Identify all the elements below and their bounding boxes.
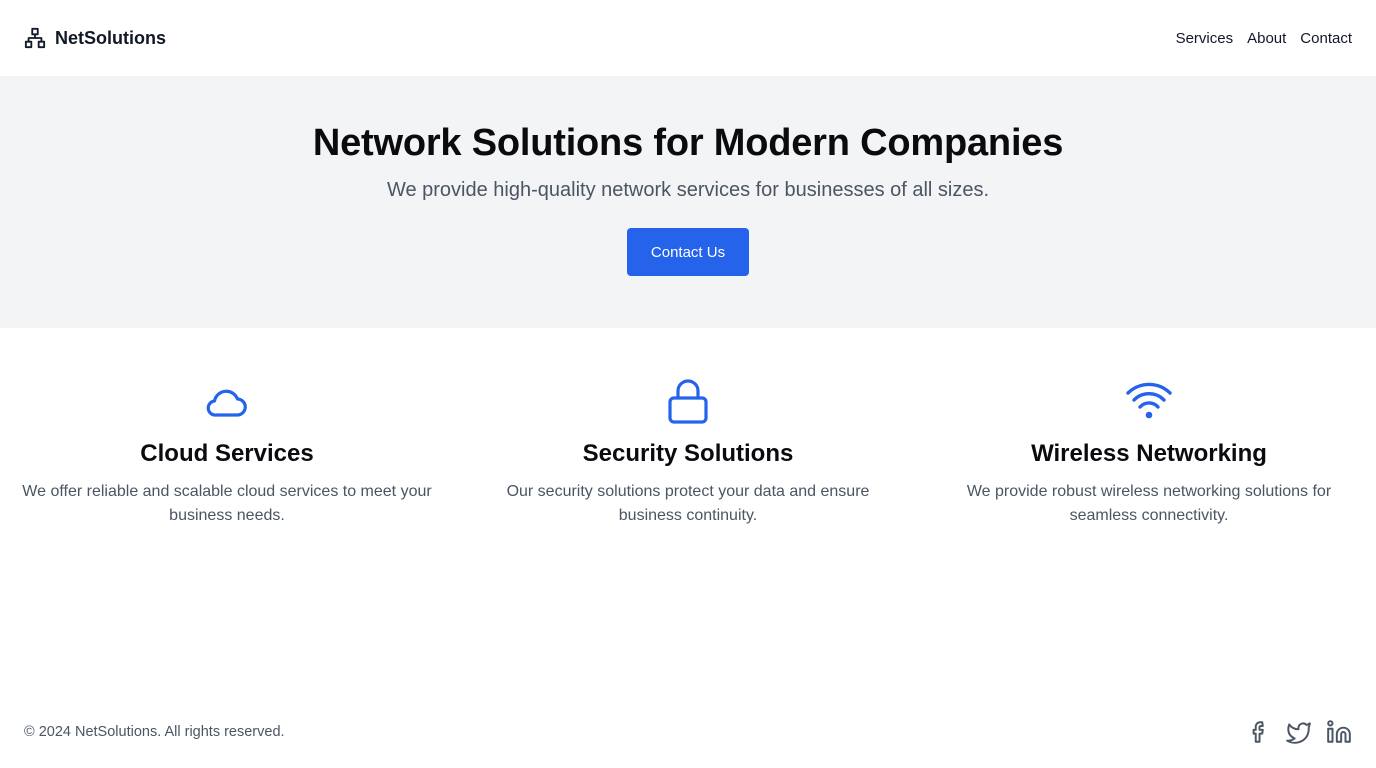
nav-link-contact[interactable]: Contact [1300, 30, 1352, 47]
site-header: NetSolutions Services About Contact [0, 0, 1376, 76]
feature-text: We provide robust wireless networking so… [966, 483, 1332, 524]
feature-card-security: Security Solutions Our security solution… [473, 328, 903, 568]
site-footer: © 2024 NetSolutions. All rights reserved… [0, 708, 1376, 756]
wifi-icon [1124, 376, 1174, 426]
feature-title: Security Solutions [582, 440, 794, 467]
feature-text: We offer reliable and scalable cloud ser… [22, 483, 432, 524]
hero-section: Network Solutions for Modern Companies W… [0, 76, 1376, 328]
feature-card-cloud: Cloud Services We offer reliable and sca… [12, 328, 442, 568]
brand-name: NetSolutions [55, 27, 166, 48]
lock-icon [663, 376, 713, 426]
copyright-text: © 2024 NetSolutions. All rights reserved… [24, 724, 285, 740]
social-links [1246, 719, 1352, 745]
nav-link-services[interactable]: Services [1176, 30, 1234, 47]
feature-title: Cloud Services [140, 440, 314, 467]
feature-card-wireless: Wireless Networking We provide robust wi… [934, 328, 1364, 568]
cloud-icon [202, 376, 252, 426]
network-icon [24, 27, 46, 49]
facebook-icon[interactable] [1246, 719, 1272, 745]
contact-us-button[interactable]: Contact Us [627, 228, 749, 276]
page: NetSolutions Services About Contact Netw… [0, 0, 1376, 768]
feature-title: Wireless Networking [1031, 440, 1267, 467]
linkedin-icon[interactable] [1326, 719, 1352, 745]
nav-link-about[interactable]: About [1247, 30, 1286, 47]
hero-title: Network Solutions for Modern Companies [312, 122, 1064, 164]
main-nav: Services About Contact [1176, 30, 1352, 47]
brand[interactable]: NetSolutions [24, 27, 166, 49]
feature-text: Our security solutions protect your data… [506, 483, 870, 524]
twitter-icon[interactable] [1286, 719, 1312, 745]
hero-subtitle: We provide high-quality network services… [386, 179, 990, 201]
features-section: Cloud Services We offer reliable and sca… [12, 328, 1364, 568]
